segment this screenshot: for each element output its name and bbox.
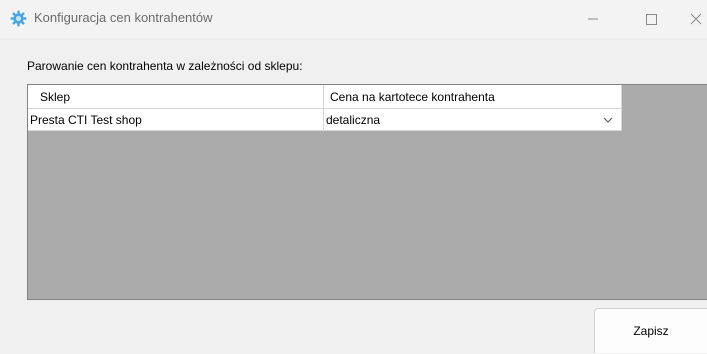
price-combobox-value: detaliczna [326,113,381,127]
window-title: Konfiguracja cen kontrahentów [34,10,213,25]
price-mapping-grid[interactable]: Sklep Cena na kartotece kontrahenta Pres… [27,84,707,300]
title-bar: Konfiguracja cen kontrahentów [0,0,707,38]
minimize-icon [588,18,598,20]
table-cell-shop[interactable]: Presta CTI Test shop [28,109,324,131]
maximize-button[interactable] [628,0,674,38]
column-header-sklep[interactable]: Sklep [28,85,324,109]
chevron-down-icon[interactable] [603,116,613,124]
close-icon [690,13,702,25]
save-button[interactable]: Zapisz [594,308,707,353]
column-header-cena[interactable]: Cena na kartotece kontrahenta [324,85,622,109]
section-label: Parowanie cen kontrahenta w zależności o… [27,59,303,73]
close-button[interactable] [686,0,707,38]
gear-app-icon [10,10,27,27]
minimize-button[interactable] [570,0,616,38]
price-combobox[interactable]: detaliczna [324,109,622,131]
maximize-icon [646,14,657,25]
